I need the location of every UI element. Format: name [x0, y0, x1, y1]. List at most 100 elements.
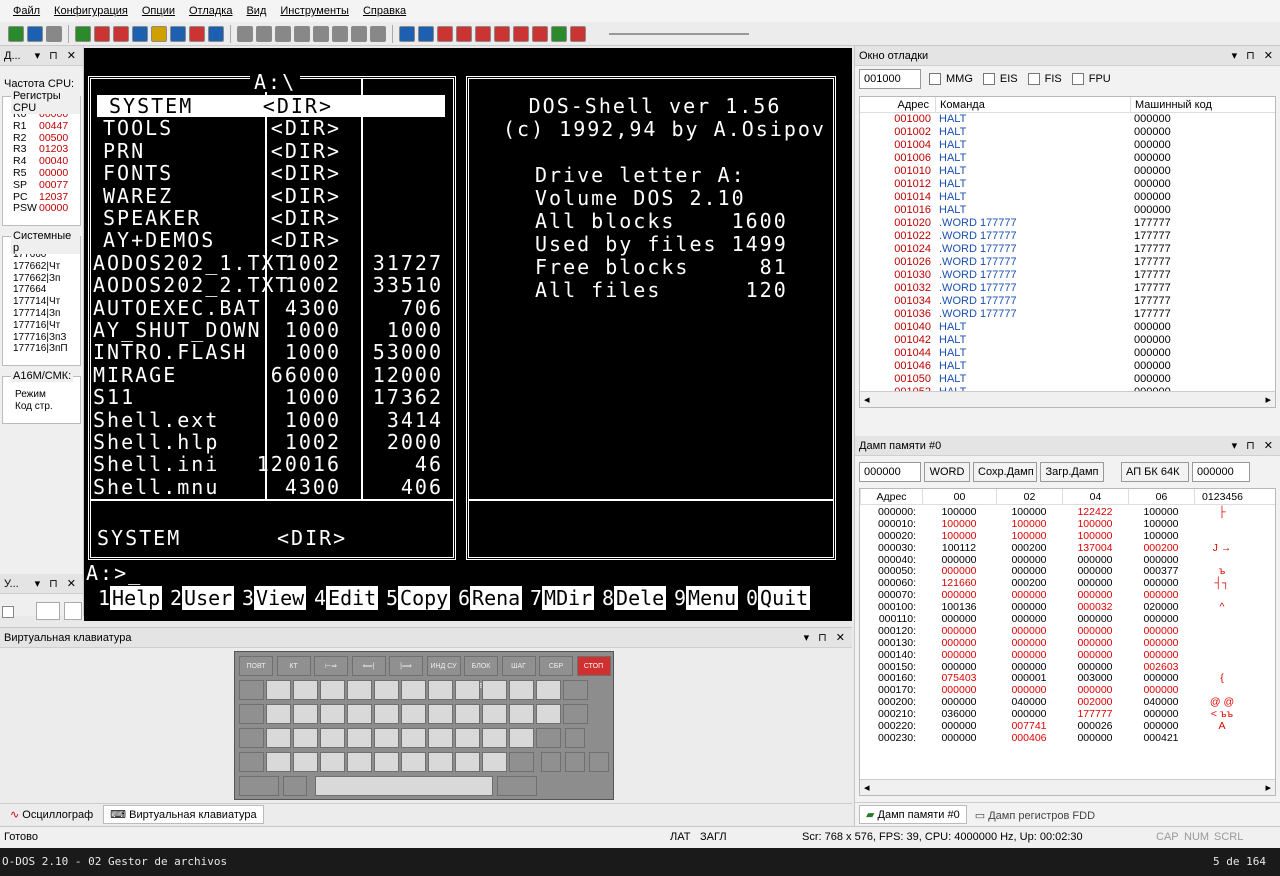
- toolbar-button-icon[interactable]: [351, 25, 367, 42]
- toolbar-button-icon[interactable]: [170, 25, 186, 42]
- debug-row[interactable]: 001022 .WORD 177777 177777: [860, 230, 1275, 243]
- keyboard-key[interactable]: [266, 752, 291, 772]
- debug-row[interactable]: 001034 .WORD 177777 177777: [860, 295, 1275, 308]
- menu-item[interactable]: Конфигурация: [54, 5, 128, 17]
- toolbar-button-icon[interactable]: [551, 25, 567, 42]
- keyboard-key[interactable]: [536, 704, 561, 724]
- debug-row[interactable]: 001004 HALT 000000: [860, 139, 1275, 152]
- debug-row[interactable]: 001040 HALT 000000: [860, 321, 1275, 334]
- keyboard-key[interactable]: [428, 752, 453, 772]
- mem-row[interactable]: 000230: 000000 000406 000000 000421: [860, 732, 1275, 745]
- load-dump-button[interactable]: Загр.Дамп: [1040, 462, 1104, 482]
- file-row[interactable]: AODOS202_1.TXT 1002 31727: [91, 252, 453, 274]
- debug-row[interactable]: 001000 HALT 000000: [860, 113, 1275, 126]
- keyboard-key[interactable]: [509, 752, 534, 772]
- toolbar-button-icon[interactable]: [46, 25, 62, 42]
- mem-row[interactable]: 000010: 100000 100000 100000 100000: [860, 518, 1275, 531]
- small-input-2[interactable]: [64, 602, 82, 620]
- keyboard-key[interactable]: [455, 704, 480, 724]
- file-row[interactable]: MIRAGE 66000 12000: [91, 364, 453, 386]
- keyboard-key[interactable]: [293, 680, 318, 700]
- debug-row[interactable]: 001020 .WORD 177777 177777: [860, 217, 1275, 230]
- debug-row[interactable]: 001024 .WORD 177777 177777: [860, 243, 1275, 256]
- keyboard-key[interactable]: [239, 752, 264, 772]
- key-top-7[interactable]: ШАГ: [501, 656, 536, 676]
- file-row[interactable]: SPEAKER <DIR>: [91, 207, 453, 229]
- key-ar2[interactable]: [283, 776, 307, 796]
- toolbar-button-icon[interactable]: [189, 25, 205, 42]
- keyboard-key[interactable]: [482, 704, 507, 724]
- function-key-user[interactable]: 2 User: [170, 586, 235, 610]
- mem-row[interactable]: 000110: 000000 000000 000000 000000: [860, 613, 1275, 626]
- key-top-6[interactable]: БЛОК РЕГ: [464, 656, 498, 690]
- key-top-1[interactable]: КТ: [276, 656, 311, 676]
- volume-slider[interactable]: [609, 32, 749, 35]
- small-panel-controls[interactable]: ▾ ⊓ ✕: [35, 577, 79, 590]
- keyboard-key[interactable]: [401, 752, 426, 772]
- debug-row[interactable]: 001016 HALT 000000: [860, 204, 1275, 217]
- tab-keyboard[interactable]: ⌨ Виртуальная клавиатура: [103, 805, 264, 824]
- key-top-4[interactable]: |⟹: [389, 656, 423, 676]
- key-top-8[interactable]: СБР: [539, 656, 573, 676]
- toolbar-button-icon[interactable]: [94, 25, 110, 42]
- save-dump-button[interactable]: Сохр.Дамп: [973, 462, 1037, 482]
- keyboard-key[interactable]: [509, 728, 534, 748]
- keyboard-key[interactable]: [563, 680, 588, 700]
- toolbar-button-icon[interactable]: [27, 25, 43, 42]
- toolbar-button-icon[interactable]: [418, 25, 434, 42]
- tab-fdd-regs[interactable]: ▭ Дамп регистров FDD: [969, 807, 1101, 824]
- menu-item[interactable]: Файл: [13, 5, 40, 17]
- mem-row[interactable]: 000020: 100000 100000 100000 100000: [860, 530, 1275, 543]
- keyboard-key[interactable]: [293, 704, 318, 724]
- keyboard-key[interactable]: [266, 704, 291, 724]
- toolbar-button-icon[interactable]: [475, 25, 491, 42]
- toolbar-button-icon[interactable]: [294, 25, 310, 42]
- tab-mem-dump[interactable]: ▰ Дамп памяти #0: [859, 805, 967, 824]
- mem-row[interactable]: 000100: 100136 000000 000032 020000 ^: [860, 601, 1275, 614]
- keyboard-key[interactable]: [428, 704, 453, 724]
- menu-item[interactable]: Справка: [363, 5, 406, 17]
- keyboard-key[interactable]: [239, 704, 264, 724]
- toolbar-button-icon[interactable]: [332, 25, 348, 42]
- toolbar-button-icon[interactable]: [113, 25, 129, 42]
- key-top-0[interactable]: ПОВТ: [239, 656, 273, 676]
- toolbar-button-icon[interactable]: [151, 25, 167, 42]
- menu-item[interactable]: Опции: [142, 5, 175, 17]
- key-top-2[interactable]: ⊢⇒: [314, 656, 348, 676]
- key-right[interactable]: [589, 752, 609, 772]
- keyboard-key[interactable]: [401, 728, 426, 748]
- keyboard-key[interactable]: [374, 680, 399, 700]
- debug-row[interactable]: 001006 HALT 000000: [860, 152, 1275, 165]
- tab-oscilloscope[interactable]: ∿ Осциллограф: [4, 806, 99, 823]
- keyboard-key[interactable]: [509, 704, 534, 724]
- keyboard-key[interactable]: [293, 752, 318, 772]
- file-row[interactable]: AY+DEMOS <DIR>: [91, 229, 453, 251]
- file-row[interactable]: AODOS202_2.TXT 1002 33510: [91, 274, 453, 296]
- file-row[interactable]: Shell.ext 1000 3414: [91, 409, 453, 431]
- debug-row[interactable]: 001026 .WORD 177777 177777: [860, 256, 1275, 269]
- mem-address-input-2[interactable]: 000000: [1192, 462, 1250, 482]
- toolbar-button-icon[interactable]: [8, 25, 24, 42]
- mem-row[interactable]: 000130: 000000 000000 000000 000000: [860, 637, 1275, 650]
- function-key-menu[interactable]: 9 Menu: [674, 586, 739, 610]
- key-top-5[interactable]: ИНД СУ: [426, 656, 461, 676]
- toolbar-button-icon[interactable]: [370, 25, 386, 42]
- debug-row[interactable]: 001002 HALT 000000: [860, 126, 1275, 139]
- file-row[interactable]: INTRO.FLASH 1000 53000: [91, 341, 453, 363]
- mem-row[interactable]: 000120: 000000 000000 000000 000000: [860, 625, 1275, 638]
- menu-item[interactable]: Инструменты: [280, 5, 349, 17]
- mem-row[interactable]: 000150: 000000 000000 000000 002603: [860, 661, 1275, 674]
- keyboard-key[interactable]: [320, 704, 345, 724]
- key-lat[interactable]: [497, 776, 537, 796]
- flag-checkbox-fis[interactable]: FIS: [1027, 73, 1062, 86]
- debug-row[interactable]: 001010 HALT 000000: [860, 165, 1275, 178]
- keyboard-key[interactable]: [347, 752, 372, 772]
- word-button[interactable]: WORD: [924, 462, 970, 482]
- toolbar-button-icon[interactable]: [208, 25, 224, 42]
- file-row[interactable]: Shell.mnu 4300 406: [91, 476, 453, 498]
- file-row[interactable]: Shell.ini 120016 46: [91, 453, 453, 475]
- key-rus[interactable]: [239, 776, 279, 796]
- flag-checkbox-mmg[interactable]: MMG: [929, 73, 973, 86]
- toolbar-button-icon[interactable]: [437, 25, 453, 42]
- panel-controls[interactable]: ▾ ⊓ ✕: [35, 49, 79, 62]
